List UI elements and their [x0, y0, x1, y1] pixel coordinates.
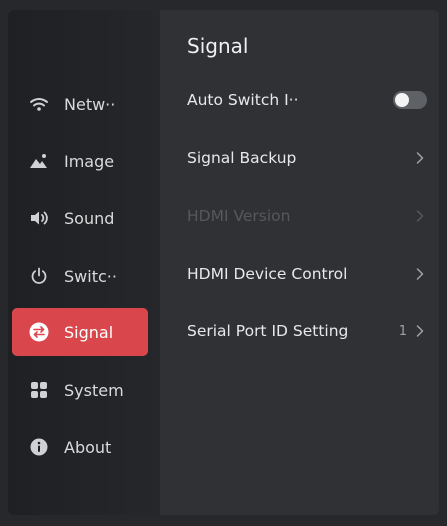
sidebar-item-sound[interactable]: Sound: [12, 194, 148, 242]
sidebar-item-signal[interactable]: Signal: [12, 308, 148, 356]
speaker-icon: [28, 207, 50, 229]
chevron-right-icon: [413, 209, 427, 223]
row-label: HDMI Version: [187, 207, 291, 225]
image-icon: [28, 150, 50, 172]
settings-panel: Netw·· Image Sound Switc·· Signal System…: [8, 10, 439, 515]
sidebar-item-label: About: [64, 437, 112, 457]
row-control: [393, 91, 427, 109]
info-icon: [28, 436, 50, 458]
auto-switch-toggle[interactable]: [393, 91, 427, 109]
chevron-right-icon: [413, 324, 427, 338]
wifi-icon: [28, 93, 50, 115]
page-title: Signal: [187, 34, 249, 58]
chevron-right-icon: [413, 267, 427, 281]
hdmi-version-row: HDMI Version: [187, 201, 427, 231]
sidebar-item-label: Sound: [64, 208, 115, 228]
sidebar-item-system[interactable]: System: [12, 366, 148, 414]
power-icon: [28, 265, 50, 287]
signal-settings-content: Signal Auto Switch I·· Signal Backup HDM…: [160, 10, 439, 515]
sidebar-item-label: Switc··: [64, 266, 117, 286]
row-label: HDMI Device Control: [187, 265, 348, 283]
row-label: Auto Switch I··: [187, 91, 299, 109]
auto-switch-input-row[interactable]: Auto Switch I··: [187, 85, 427, 115]
hdmi-device-control-row[interactable]: HDMI Device Control: [187, 259, 427, 289]
row-label: Signal Backup: [187, 149, 297, 167]
row-control: [413, 209, 427, 223]
serial-port-id-value: 1: [398, 323, 407, 339]
sidebar-item-label: System: [64, 380, 124, 400]
sidebar: Netw·· Image Sound Switc·· Signal System…: [8, 10, 160, 515]
chevron-right-icon: [413, 151, 427, 165]
row-label: Serial Port ID Setting: [187, 322, 349, 340]
sidebar-item-label: Image: [64, 151, 115, 171]
sidebar-item-label: Signal: [64, 322, 114, 342]
serial-port-id-row[interactable]: Serial Port ID Setting 1: [187, 316, 427, 346]
row-control: [413, 151, 427, 165]
grid-icon: [28, 379, 50, 401]
row-control: [413, 267, 427, 281]
row-control: 1: [399, 324, 427, 339]
screen-frame: Netw·· Image Sound Switc·· Signal System…: [0, 0, 447, 526]
sidebar-item-switch[interactable]: Switc··: [12, 252, 148, 300]
sidebar-item-image[interactable]: Image: [12, 137, 148, 185]
sidebar-item-about[interactable]: About: [12, 423, 148, 471]
sidebar-item-label: Netw··: [64, 94, 116, 114]
signal-switch-icon: [28, 321, 50, 343]
toggle-knob: [395, 93, 409, 107]
sidebar-item-network[interactable]: Netw··: [12, 80, 148, 128]
signal-backup-row[interactable]: Signal Backup: [187, 143, 427, 173]
